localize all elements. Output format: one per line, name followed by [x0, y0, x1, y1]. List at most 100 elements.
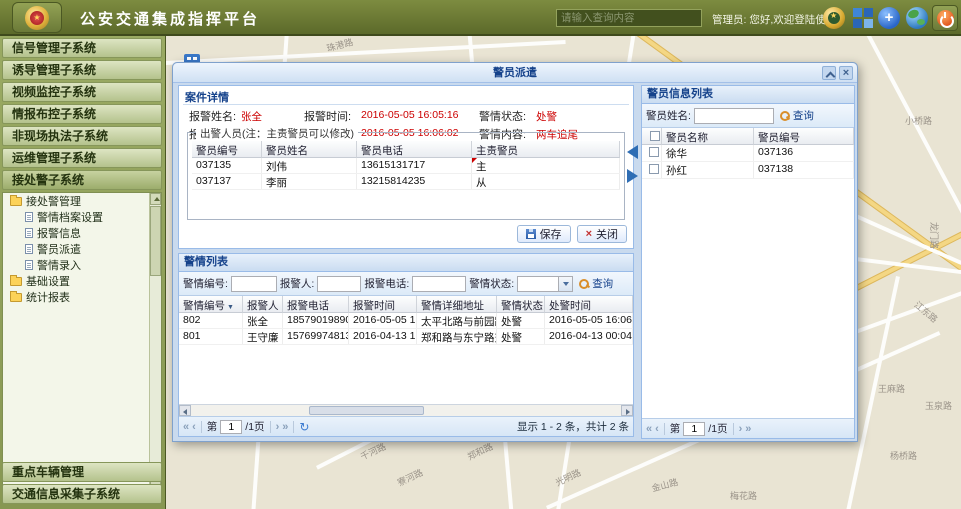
sidebar-item-intel[interactable]: 情报布控子系统 — [2, 104, 162, 124]
column-header[interactable]: 警情状态 — [497, 296, 545, 313]
first-page-icon[interactable]: « — [646, 422, 652, 436]
file-icon — [25, 212, 33, 222]
reporter-input[interactable] — [317, 276, 361, 292]
checkbox-icon[interactable] — [649, 147, 659, 157]
phone-input[interactable] — [412, 276, 466, 292]
compass-icon[interactable] — [823, 7, 845, 29]
tree-node-basic-settings[interactable]: 基础设置 — [3, 273, 161, 289]
column-header[interactable]: 警情详细地址 — [417, 296, 497, 313]
tree-leaf-officer-dispatch[interactable]: 警员派遣 — [3, 241, 161, 257]
table-row[interactable]: 802 张全 18579019890 2016-05-05 16:... 太平北… — [179, 313, 633, 329]
select-all-header[interactable] — [642, 128, 662, 145]
checkbox-icon[interactable] — [649, 164, 659, 174]
column-header[interactable]: 报警人 — [243, 296, 283, 313]
chevron-down-icon[interactable] — [558, 277, 572, 291]
column-header[interactable]: 警员名称 — [662, 128, 754, 145]
column-header[interactable]: 报警时间 — [349, 296, 417, 313]
table-row[interactable]: 徐华 037136 — [642, 145, 854, 162]
scroll-left-icon[interactable] — [179, 405, 191, 416]
next-page-icon[interactable]: › — [739, 422, 743, 436]
table-row[interactable]: 037137 李丽 13215814235 从 — [192, 174, 620, 190]
officer-search-button[interactable]: 查询 — [777, 107, 817, 124]
officer-filter-toolbar: 警员姓名: 查询 — [642, 104, 854, 128]
table-row[interactable]: 801 王守廉 15769974813 2016-04-13 12:... 郑和… — [179, 329, 633, 345]
sidebar-item-traffic-collection[interactable]: 交通信息采集子系统 — [2, 484, 162, 504]
save-button[interactable]: 保存 — [517, 225, 571, 243]
tree-scrollbar[interactable] — [149, 193, 161, 491]
checkbox-icon[interactable] — [650, 131, 660, 141]
scroll-right-icon[interactable] — [621, 405, 633, 416]
table-row[interactable]: 037135 刘伟 13615131717 主 — [192, 158, 620, 174]
dispatch-officers-grid: 警员编号 警员姓名 警员电话 主责警员 037135 刘伟 1361513171… — [192, 141, 620, 215]
prev-page-icon[interactable]: ‹ — [655, 422, 659, 436]
close-icon[interactable]: × — [839, 66, 853, 80]
globe-icon[interactable] — [906, 7, 928, 29]
sidebar-item-signal[interactable]: 信号管理子系统 — [2, 38, 162, 58]
next-page-icon[interactable]: › — [276, 420, 280, 434]
page-number-input[interactable] — [220, 420, 242, 434]
alert-status-select[interactable] — [517, 276, 573, 292]
alert-search-button[interactable]: 查询 — [576, 275, 616, 292]
sidebar-item-dispatch[interactable]: 接处警子系统 — [2, 170, 162, 190]
power-icon[interactable] — [937, 10, 954, 27]
column-header[interactable]: 处警时间 — [545, 296, 633, 313]
officer-info-panel: 警员信息列表 警员姓名: 查询 警员名称 警员编号 — [641, 85, 855, 439]
move-left-arrow-button[interactable] — [627, 145, 638, 159]
map-road-label: 龙门路 — [928, 222, 941, 249]
sidebar-tree: 接处警管理 警情档案设置 报警信息 警员派遣 警情录入 基础设置 — [2, 192, 162, 492]
alert-filter-toolbar: 警情编号: 报警人: 报警电话: 警情状态: 查询 — [179, 272, 633, 296]
map-road-label: 寮河路 — [395, 466, 425, 489]
case-detail-panel: 案件详情 报警姓名: 张全 报警时间: 2016-05-05 16:05:16 … — [178, 85, 634, 249]
filter-label: 报警人: — [280, 276, 314, 291]
filter-label: 警情状态: — [469, 276, 514, 291]
grid-squares-icon[interactable] — [853, 8, 873, 28]
tree-node-statistics[interactable]: 统计报表 — [3, 289, 161, 305]
map-road-label: 梅花路 — [730, 489, 757, 502]
column-header[interactable]: 警员电话 — [357, 141, 472, 158]
primary-officer-cell[interactable]: 从 — [472, 174, 620, 189]
column-header[interactable]: 警员编号 — [754, 128, 854, 145]
plus-icon[interactable]: + — [878, 7, 900, 29]
scroll-up-icon[interactable] — [150, 193, 161, 205]
column-header[interactable]: 警员姓名 — [262, 141, 357, 158]
officer-name-input[interactable] — [694, 108, 774, 124]
sidebar-item-key-vehicles[interactable]: 重点车辆管理 — [2, 462, 162, 482]
prev-page-icon[interactable]: ‹ — [192, 420, 196, 434]
tree-leaf-alert-entry[interactable]: 警情录入 — [3, 257, 161, 273]
file-icon — [25, 260, 33, 270]
map-road-label: 光明路 — [553, 466, 583, 489]
scrollbar-thumb[interactable] — [309, 406, 424, 415]
last-page-icon[interactable]: » — [282, 420, 288, 434]
police-badge-tile: ★ — [12, 2, 62, 33]
header-search-input[interactable] — [556, 9, 702, 27]
tree-leaf-alarm-info[interactable]: 报警信息 — [3, 225, 161, 241]
filter-label: 报警电话: — [364, 276, 409, 291]
tree-node-dispatch-mgmt[interactable]: 接处警管理 — [3, 193, 161, 209]
sidebar-item-offsite[interactable]: 非现场执法子系统 — [2, 126, 162, 146]
refresh-icon[interactable]: ↻ — [299, 420, 309, 434]
sidebar-item-ops[interactable]: 运维管理子系统 — [2, 148, 162, 168]
tree-leaf-archive-setting[interactable]: 警情档案设置 — [3, 209, 161, 225]
application-window: ★ 公安交通集成指挥平台 管理员: 您好,欢迎登陆使用 + 信号管理子系统 诱导… — [0, 0, 961, 509]
scrollbar-thumb[interactable] — [150, 206, 161, 276]
column-header[interactable]: 报警电话 — [283, 296, 349, 313]
horizontal-scrollbar[interactable] — [179, 404, 633, 416]
collapse-icon[interactable] — [822, 66, 836, 80]
move-right-arrow-button[interactable] — [627, 169, 638, 183]
dialog-titlebar[interactable]: 警员派遣 × — [173, 63, 857, 83]
column-header-sorted[interactable]: 警情编号▼ — [179, 296, 243, 313]
close-button[interactable]: × 关闭 — [577, 225, 627, 243]
sidebar-item-video[interactable]: 视频监控子系统 — [2, 82, 162, 102]
page-number-input[interactable] — [683, 422, 705, 436]
column-header[interactable]: 主责警员 — [472, 141, 620, 158]
logout-tile[interactable] — [932, 5, 958, 31]
column-header[interactable]: 警员编号 — [192, 141, 262, 158]
dialog-title: 警员派遣 — [493, 67, 537, 79]
sidebar-item-guidance[interactable]: 诱导管理子系统 — [2, 60, 162, 80]
primary-officer-cell[interactable]: 主 — [472, 158, 620, 173]
last-page-icon[interactable]: » — [745, 422, 751, 436]
fieldset-legend: 出警人员(注：主责警员可以修改) — [196, 126, 358, 141]
alert-id-input[interactable] — [231, 276, 277, 292]
first-page-icon[interactable]: « — [183, 420, 189, 434]
table-row[interactable]: 孙红 037138 — [642, 162, 854, 179]
